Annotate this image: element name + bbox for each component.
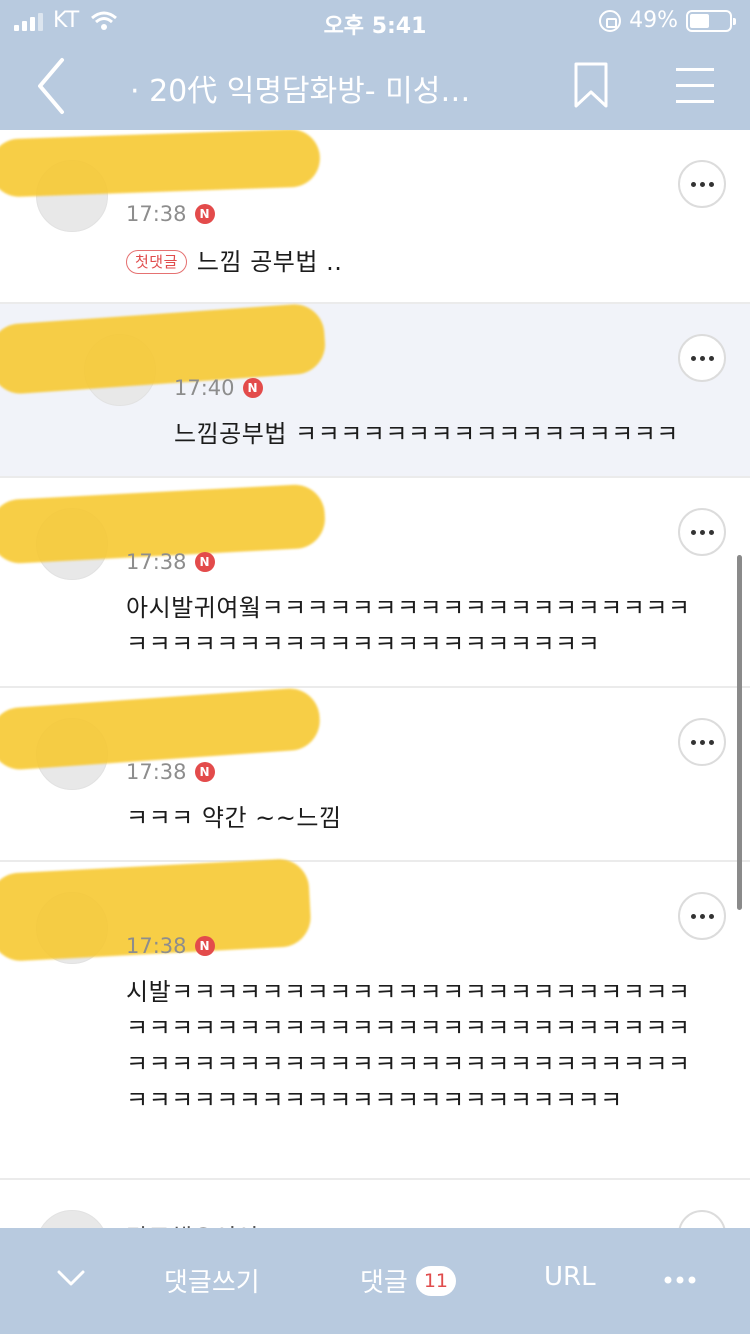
more-options-button[interactable]	[678, 160, 726, 208]
new-badge: N	[194, 552, 215, 572]
comment-time: 17:38 N	[126, 202, 215, 226]
comment-text: 느낌공부법 ㅋㅋㅋㅋㅋㅋㅋㅋㅋㅋㅋㅋㅋㅋㅋㅋㅋ	[174, 420, 679, 448]
battery-fill	[690, 13, 709, 28]
hamburger-menu-icon	[676, 68, 714, 103]
comment-time: 17:38 N	[126, 760, 215, 784]
scroll-down-button[interactable]	[56, 1268, 86, 1288]
bottom-toolbar: 댓글쓰기 댓글 11 URL	[0, 1228, 750, 1334]
new-badge: N	[194, 936, 215, 956]
status-right: 49%	[599, 8, 736, 33]
comment-count-badge: 11	[415, 1265, 457, 1296]
page-title: · 20代 익명담화방- 미성…	[130, 74, 471, 109]
comment-time: 17:40 N	[174, 376, 263, 400]
new-badge: N	[242, 378, 263, 398]
battery-icon	[686, 9, 736, 32]
chevron-left-icon	[38, 58, 64, 114]
comment-item: 간로해오이이	[0, 1180, 750, 1228]
comment-time: 17:38 N	[126, 550, 215, 574]
reply-item: 17:40 N 느낌공부법 ㅋㅋㅋㅋㅋㅋㅋㅋㅋㅋㅋㅋㅋㅋㅋㅋㅋ	[0, 302, 750, 478]
rotation-lock-icon	[599, 9, 622, 32]
comments-button[interactable]: 댓글 11	[360, 1262, 457, 1299]
new-badge: N	[194, 762, 215, 782]
scrollbar[interactable]	[737, 555, 742, 910]
comment-text: 아시발귀여웤ㅋㅋㅋㅋㅋㅋㅋㅋㅋㅋㅋㅋㅋㅋㅋㅋㅋㅋㅋㅋㅋㅋㅋㅋㅋㅋㅋㅋㅋㅋㅋㅋㅋㅋ…	[126, 594, 691, 658]
bookmark-button[interactable]	[568, 60, 614, 112]
more-options-button[interactable]	[678, 1210, 726, 1228]
menu-button[interactable]	[672, 62, 718, 110]
nav-bar: · 20代 익명담화방- 미성…	[0, 42, 750, 130]
comment-item: 17:38 N 아시발귀여웤ㅋㅋㅋㅋㅋㅋㅋㅋㅋㅋㅋㅋㅋㅋㅋㅋㅋㅋㅋㅋㅋㅋㅋㅋㅋㅋ…	[0, 478, 750, 688]
back-button[interactable]	[28, 54, 88, 118]
more-horizontal-icon	[664, 1276, 696, 1284]
new-badge: N	[194, 204, 215, 224]
comment-item: 17:38 N 첫댓글 느낌 공부법 ..	[0, 130, 750, 304]
censor-highlight	[0, 686, 322, 772]
more-options-button[interactable]	[678, 718, 726, 766]
censor-highlight	[0, 302, 328, 396]
first-comment-tag: 첫댓글	[126, 250, 187, 274]
more-options-button[interactable]	[678, 334, 726, 382]
bookmark-icon	[574, 62, 608, 108]
comment-time: 17:38 N	[126, 934, 215, 958]
comment-text: 시발ㅋㅋㅋㅋㅋㅋㅋㅋㅋㅋㅋㅋㅋㅋㅋㅋㅋㅋㅋㅋㅋㅋㅋㅋㅋㅋㅋㅋㅋㅋㅋㅋㅋㅋㅋㅋㅋㅋ…	[126, 978, 691, 1114]
more-options-button[interactable]	[678, 508, 726, 556]
comment-text: ㅋㅋㅋ 약간 ~~느낌	[126, 804, 342, 832]
status-bar: KT 오후 5:41 49%	[0, 0, 750, 42]
comment-list[interactable]: 17:38 N 첫댓글 느낌 공부법 .. 17:40 N 느낌공부법 ㅋㅋㅋㅋㅋ…	[0, 130, 750, 1228]
write-comment-button[interactable]: 댓글쓰기	[164, 1262, 260, 1299]
more-button[interactable]	[664, 1276, 696, 1284]
battery-percent: 49%	[629, 8, 678, 33]
more-options-button[interactable]	[678, 892, 726, 940]
comment-item: 17:38 N 시발ㅋㅋㅋㅋㅋㅋㅋㅋㅋㅋㅋㅋㅋㅋㅋㅋㅋㅋㅋㅋㅋㅋㅋㅋㅋㅋㅋㅋㅋㅋ…	[0, 857, 750, 1180]
comment-item: 17:38 N ㅋㅋㅋ 약간 ~~느낌	[0, 686, 750, 862]
comment-nickname[interactable]: 간로해오이이	[126, 1218, 258, 1228]
comment-text: 첫댓글 느낌 공부법 ..	[126, 244, 686, 280]
avatar[interactable]	[36, 1210, 108, 1228]
censor-highlight	[0, 130, 321, 198]
chevron-down-icon	[57, 1270, 85, 1286]
url-button[interactable]: URL	[544, 1262, 596, 1292]
